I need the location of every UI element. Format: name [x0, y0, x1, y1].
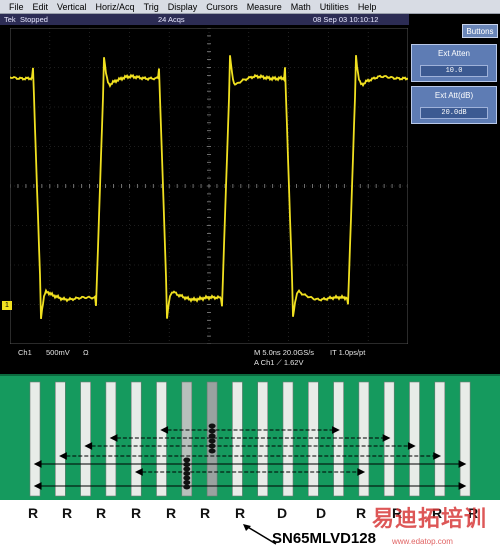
pin-label: R	[235, 505, 246, 521]
menu-help[interactable]: Help	[358, 2, 377, 12]
backplane-card-slot	[232, 381, 243, 497]
channel-1-ground-marker[interactable]: 1	[2, 301, 12, 310]
menu-cursors[interactable]: Cursors	[206, 2, 238, 12]
channel-label: Ch1	[18, 348, 32, 357]
receiver-node	[183, 475, 191, 481]
pin-label: D	[316, 505, 327, 521]
watermark-url: www.edatop.com	[392, 537, 453, 546]
measurement-readout: Ch1 500mV Ω M 5.0ns 20.0GS/s IT 1.0ps/pt…	[0, 345, 409, 371]
pin-label: D	[277, 505, 288, 521]
backplane-card-slot	[282, 381, 294, 497]
menu-trig[interactable]: Trig	[144, 2, 159, 12]
menu-file[interactable]: File	[9, 2, 24, 12]
ext-att-db-value[interactable]: 20.0dB	[420, 107, 488, 119]
receiver-node	[183, 480, 191, 485]
pin-label: R	[28, 505, 39, 521]
backplane-card-slot	[434, 381, 446, 497]
run-state: Stopped	[20, 15, 48, 24]
trigger-readout: A Ch1 ⟋ 1.62V	[254, 358, 304, 367]
record-resolution: IT 1.0ps/pt	[330, 348, 366, 357]
oscilloscope-screen: File Edit Vertical Horiz/Acq Trig Display Curs…	[0, 0, 500, 374]
backplane-card-slot	[409, 381, 420, 497]
ext-atten-value[interactable]: 10.0	[420, 65, 488, 77]
menu-math[interactable]: Math	[291, 2, 311, 12]
ext-atten-label: Ext Atten	[437, 49, 471, 58]
menu-measure[interactable]: Measure	[247, 2, 282, 12]
driver-node	[208, 433, 216, 439]
pin-label: R	[200, 505, 211, 521]
menu-vertical[interactable]: Vertical	[57, 2, 87, 12]
callout-arrow-icon	[243, 524, 277, 545]
vertical-scale: 500mV	[46, 348, 70, 357]
timebase-readout: M 5.0ns 20.0GS/s	[254, 348, 315, 357]
receiver-node	[183, 457, 191, 463]
ext-atten-panel[interactable]: Ext Atten 10.0	[411, 44, 497, 82]
brand-label: Tek	[4, 15, 16, 24]
watermark: 易迪拓培训	[372, 507, 488, 532]
backplane-diagram	[0, 374, 500, 502]
acquisition-count: 24 Acqs	[158, 15, 185, 24]
menu-display[interactable]: Display	[168, 2, 198, 12]
coupling-symbol: Ω	[83, 348, 89, 357]
menu-horizacq[interactable]: Horiz/Acq	[96, 2, 135, 12]
backplane-card-slot	[333, 381, 344, 497]
backplane-card-slot	[358, 381, 370, 497]
menu-edit[interactable]: Edit	[33, 2, 49, 12]
pin-label: R	[96, 505, 107, 521]
driver-node	[208, 448, 216, 454]
pin-label: R	[62, 505, 73, 521]
menu-bar: File Edit Vertical Horiz/Acq Trig Display Curs…	[0, 0, 500, 14]
ext-att-db-panel[interactable]: Ext Att(dB) 20.0dB	[411, 86, 497, 124]
pin-label: R	[356, 505, 367, 521]
backplane-card-slot	[156, 381, 167, 497]
pin-label: R	[131, 505, 142, 521]
receiver-node	[183, 471, 191, 476]
backplane-card-slot	[54, 381, 66, 497]
driver-node	[208, 428, 216, 434]
driver-node	[208, 423, 216, 429]
backplane-card-slot	[29, 381, 41, 497]
pin-label: R	[166, 505, 177, 521]
menu-utilities[interactable]: Utilities	[320, 2, 349, 12]
backplane-card-slot	[130, 381, 142, 497]
status-bar: Tek Stopped 24 Acqs 08 Sep 03 10:10:12	[0, 14, 409, 25]
receiver-node	[183, 484, 191, 490]
ext-att-db-label: Ext Att(dB)	[434, 91, 474, 100]
backplane-card-slot	[459, 381, 471, 497]
buttons-button[interactable]: Buttons	[462, 24, 498, 38]
receiver-node	[183, 466, 191, 472]
date-time: 08 Sep 03 10:10:12	[313, 15, 379, 24]
waveform-display	[10, 28, 408, 344]
receiver-node	[183, 462, 191, 467]
backplane-card-slot	[80, 381, 91, 497]
backplane-card-slot	[307, 381, 319, 497]
backplane-card-slot	[257, 381, 269, 497]
driver-node	[208, 443, 216, 449]
driver-node	[208, 438, 216, 444]
chip-name-label: SN65MLVD128	[272, 530, 376, 547]
